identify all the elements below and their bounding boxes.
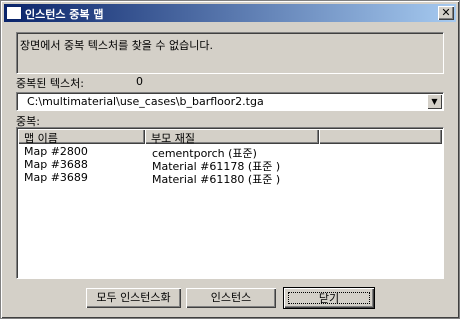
texture-path-value: C:\multimaterial\use_cases\b_barfloor2.t… — [27, 95, 264, 108]
duplicate-texture-count: 0 — [136, 75, 143, 88]
texture-path-dropdown[interactable]: C:\multimaterial\use_cases\b_barfloor2.t… — [16, 92, 444, 111]
column-header-empty — [319, 129, 442, 144]
instance-all-button[interactable]: 모두 인스턴스화 — [86, 288, 181, 308]
column-header-map-name[interactable]: 맵 이름 — [18, 129, 145, 145]
map-name-cell: Map #3688 — [24, 158, 88, 171]
list-header: 맵 이름 부모 재질 — [18, 129, 442, 145]
message-box: 장면에서 중복 텍스처를 찾을 수 없습니다. — [16, 32, 444, 74]
close-button[interactable]: 닫기 — [284, 288, 374, 308]
parent-material-cell: Material #61180 (표준 ) — [152, 173, 281, 186]
close-button-label: 닫기 — [288, 292, 370, 304]
duplicate-texture-label: 중복된 텍스처: — [16, 77, 84, 90]
map-name-cell: Map #3689 — [24, 171, 88, 184]
table-row[interactable]: Map #3689 Material #61180 (표준 ) — [18, 171, 442, 186]
title-bar[interactable]: 인스턴스 중복 맵 ✕ — [4, 4, 456, 22]
table-row[interactable]: Map #2800 cementporch (표준) — [18, 145, 442, 160]
dialog-window: 인스턴스 중복 맵 ✕ 장면에서 중복 텍스처를 찾을 수 없습니다. 중복된 … — [0, 0, 460, 319]
instance-button[interactable]: 인스턴스 — [186, 288, 276, 308]
close-icon[interactable]: ✕ — [438, 6, 454, 20]
window-title: 인스턴스 중복 맵 — [25, 8, 104, 21]
map-name-cell: Map #2800 — [24, 145, 88, 158]
message-text: 장면에서 중복 텍스처를 찾을 수 없습니다. — [20, 39, 214, 52]
chevron-down-icon[interactable]: ▼ — [427, 94, 442, 109]
window-icon — [6, 6, 22, 20]
table-row[interactable]: Map #3688 Material #61178 (표준 ) — [18, 158, 442, 173]
column-header-parent-material[interactable]: 부모 재질 — [145, 129, 319, 145]
duplicates-list[interactable]: 맵 이름 부모 재질 Map #2800 cementporch (표준) Ma… — [16, 127, 444, 279]
